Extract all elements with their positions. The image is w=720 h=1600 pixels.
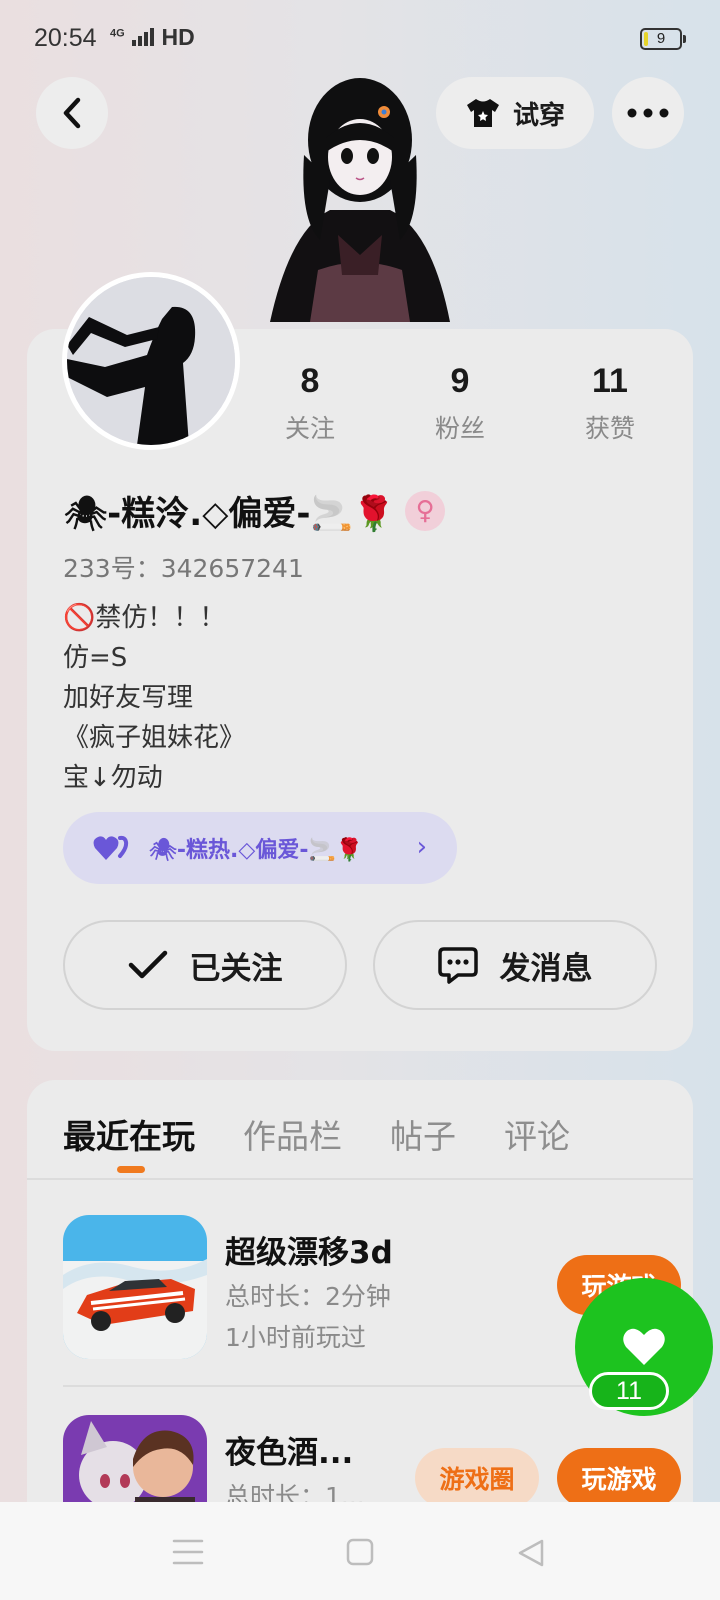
back-arrow-icon: [63, 97, 81, 129]
chat-bubble-icon: [437, 947, 478, 984]
game-duration: 总时长：2分钟: [225, 1282, 391, 1311]
following-count: 8: [300, 362, 320, 400]
play-game-button[interactable]: 玩游戏: [557, 1448, 681, 1508]
profile-name: 🕷-糕泠.◇偏爱-🚬🌹: [64, 494, 396, 534]
stat-following[interactable]: 8 关注: [235, 362, 385, 445]
tabs-divider: [27, 1178, 693, 1180]
tab-posts[interactable]: 帖子: [390, 1110, 456, 1158]
like-count: 11: [589, 1372, 669, 1410]
heart-icon: [623, 1328, 665, 1365]
menu-icon[interactable]: [172, 1538, 204, 1566]
network-type: 4G: [110, 27, 125, 40]
battery-icon: 9: [640, 28, 686, 50]
user-id: 233号：342657241: [63, 554, 304, 583]
game-icon-drift[interactable]: [63, 1215, 207, 1359]
fans-label: 粉丝: [434, 414, 485, 443]
content-tabs: 最近在玩 作品栏 帖子 评论: [63, 1110, 570, 1158]
bio-line: 宝↓勿动: [63, 763, 163, 793]
likes-count: 11: [592, 362, 628, 400]
double-heart-icon: [93, 835, 129, 860]
send-message-label: 发消息: [499, 950, 593, 987]
network-indicator: 4G HD: [110, 24, 195, 51]
cp-relation-tag[interactable]: 🕷-糕热.◇偏爱-🚬🌹 ›: [63, 812, 457, 884]
fans-count: 9: [450, 362, 470, 400]
system-navigation-bar: [0, 1502, 720, 1600]
followed-button[interactable]: 已关注: [63, 920, 347, 1010]
stat-likes[interactable]: 11 获赞: [535, 362, 685, 445]
signal-icon: [132, 28, 155, 46]
following-label: 关注: [284, 414, 335, 443]
send-message-button[interactable]: 发消息: [373, 920, 657, 1010]
bio-line: 加好友写理: [63, 683, 194, 713]
profile-stats: 8 关注 9 粉丝 11 获赞: [235, 362, 685, 445]
tshirt-icon: [466, 99, 499, 127]
name-row: 🕷-糕泠.◇偏爱-🚬🌹 ♀: [64, 486, 446, 535]
bio-line: 《疯子姐妹花》: [63, 723, 246, 753]
cp-name: 🕷-糕热.◇偏爱-🚬🌹: [149, 838, 364, 863]
female-gender-icon: ♀: [405, 490, 446, 531]
profile-bio: 🚫禁仿！！！ 仿=S 加好友写理 《疯子姐妹花》 宝↓勿动: [63, 598, 245, 798]
game-last-played: 1小时前玩过: [225, 1323, 366, 1352]
chevron-right-icon: ›: [416, 832, 427, 862]
more-dots-icon: [627, 108, 669, 118]
try-on-label: 试穿: [512, 100, 565, 131]
hd-indicator: HD: [161, 24, 195, 50]
tab-recently-played[interactable]: 最近在玩: [63, 1110, 195, 1158]
back-triangle-icon[interactable]: [516, 1538, 546, 1568]
avatar[interactable]: [62, 272, 240, 450]
home-icon[interactable]: [346, 1538, 374, 1566]
tab-comments[interactable]: 评论: [504, 1110, 570, 1158]
bio-line: 🚫禁仿！！！: [63, 603, 226, 633]
avatar-figure[interactable]: [260, 60, 460, 330]
game-title: 超级漂移3d: [225, 1235, 393, 1271]
followed-label: 已关注: [189, 950, 283, 987]
battery-level: 9: [656, 30, 666, 47]
active-tab-indicator: [117, 1166, 145, 1173]
more-options-button[interactable]: [612, 77, 684, 149]
checkmark-icon: [128, 950, 167, 979]
back-button[interactable]: [36, 77, 108, 149]
tab-works[interactable]: 作品栏: [243, 1110, 342, 1158]
game-circle-button[interactable]: 游戏圈: [415, 1448, 539, 1508]
stat-fans[interactable]: 9 粉丝: [385, 362, 535, 445]
try-on-button[interactable]: 试穿: [436, 77, 594, 149]
likes-label: 获赞: [584, 414, 635, 443]
bio-line: 仿=S: [63, 643, 128, 673]
game-title: 夜色酒...: [225, 1435, 354, 1471]
status-time: 20:54: [34, 24, 97, 52]
